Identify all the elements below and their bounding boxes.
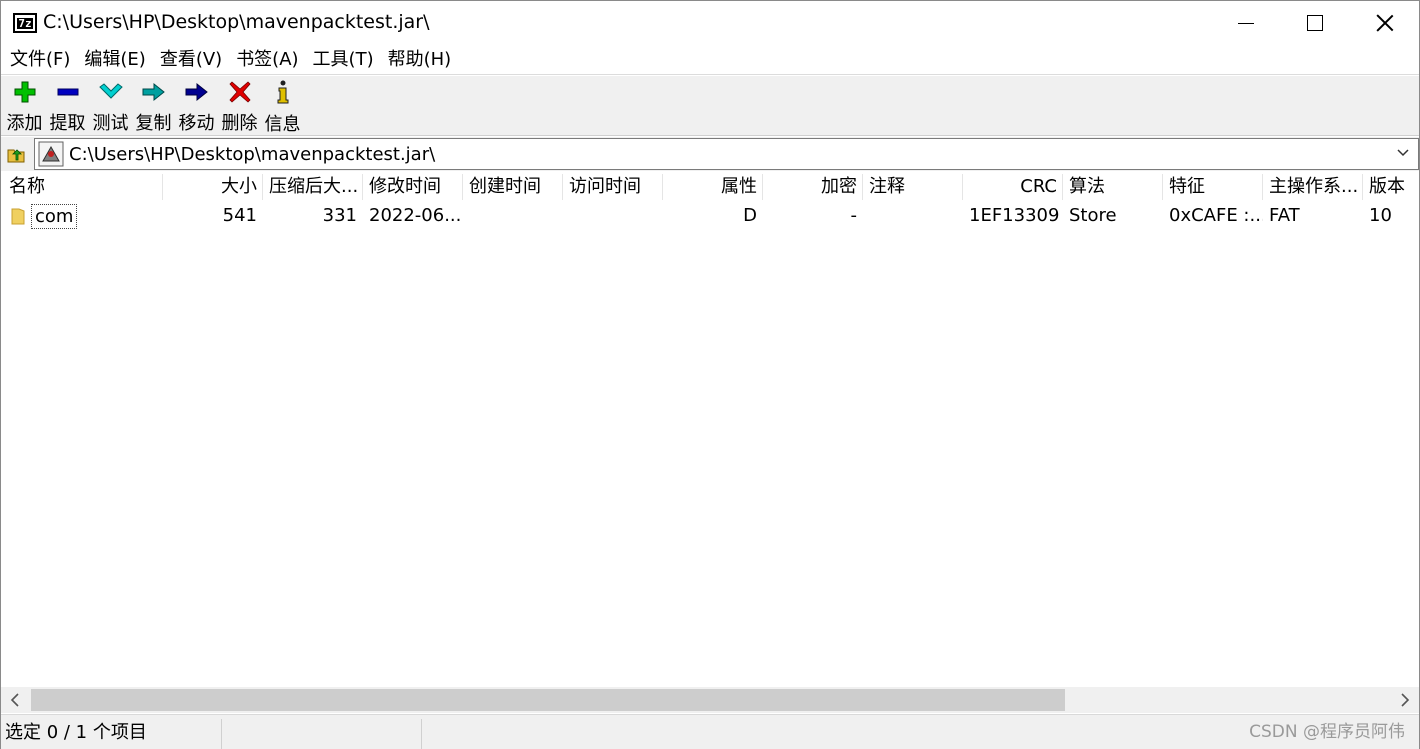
path-text: C:\Users\HP\Desktop\mavenpacktest.jar\	[69, 143, 436, 165]
test-icon	[98, 80, 123, 103]
toolbar: 添加 提取 测试 复制 移动 删除 信息	[1, 76, 1419, 136]
column-modified[interactable]: 修改时间	[363, 172, 463, 202]
copy-button[interactable]: 复制	[132, 76, 175, 135]
column-name[interactable]: 名称	[3, 172, 163, 202]
row-attributes: D	[743, 205, 757, 226]
menu-edit[interactable]: 编辑(E)	[77, 45, 152, 75]
row-size: 541	[222, 205, 257, 226]
menu-file[interactable]: 文件(F)	[3, 45, 77, 75]
7zip-app-icon: 7z	[13, 13, 37, 33]
row-host-os: FAT	[1269, 205, 1300, 226]
test-label: 测试	[92, 113, 129, 134]
copy-icon	[142, 80, 166, 103]
chevron-right-icon	[1401, 693, 1410, 707]
path-combobox[interactable]: C:\Users\HP\Desktop\mavenpacktest.jar\	[34, 138, 1419, 170]
column-comment[interactable]: 注释	[863, 172, 963, 202]
menu-bar: 文件(F) 编辑(E) 查看(V) 书签(A) 工具(T) 帮助(H)	[1, 45, 1419, 75]
column-size[interactable]: 大小	[163, 172, 263, 202]
minimize-button[interactable]	[1211, 1, 1281, 45]
move-icon	[185, 80, 209, 103]
column-accessed[interactable]: 访问时间	[563, 172, 663, 202]
row-encrypted: -	[850, 205, 858, 226]
copy-label: 复制	[135, 113, 172, 134]
up-folder-button[interactable]	[1, 139, 31, 169]
extract-button[interactable]: 提取	[46, 76, 89, 135]
menu-bookmarks[interactable]: 书签(A)	[229, 45, 305, 75]
extract-label: 提取	[49, 113, 86, 134]
row-characteristics: 0xCAFE :...	[1169, 205, 1263, 226]
minimize-icon	[1238, 22, 1254, 24]
test-button[interactable]: 测试	[89, 76, 132, 135]
delete-label: 删除	[221, 113, 258, 134]
status-bar: 选定 0 / 1 个项目 CSDN @程序员阿伟	[1, 714, 1419, 749]
move-button[interactable]: 移动	[175, 76, 218, 135]
file-list[interactable]: 名称 大小 压缩后大... 修改时间 创建时间 访问时间 属性 加密 注释 CR…	[1, 172, 1419, 687]
row-created	[463, 202, 563, 230]
column-method[interactable]: 算法	[1063, 172, 1163, 202]
add-button[interactable]: 添加	[3, 76, 46, 135]
delete-icon	[228, 80, 252, 103]
close-icon	[1376, 14, 1394, 32]
maximize-button[interactable]	[1280, 1, 1350, 45]
scroll-right-button[interactable]	[1391, 687, 1419, 713]
maximize-icon	[1307, 15, 1323, 31]
column-packed-size[interactable]: 压缩后大...	[263, 172, 363, 202]
column-host-os[interactable]: 主操作系...	[1263, 172, 1363, 202]
status-divider	[421, 719, 422, 749]
jar-file-icon	[38, 141, 64, 167]
status-divider	[221, 719, 222, 749]
horizontal-scrollbar[interactable]	[1, 687, 1419, 713]
column-header-row: 名称 大小 压缩后大... 修改时间 创建时间 访问时间 属性 加密 注释 CR…	[1, 172, 1419, 202]
scroll-left-button[interactable]	[1, 687, 29, 713]
menu-tools[interactable]: 工具(T)	[306, 45, 381, 75]
address-bar: C:\Users\HP\Desktop\mavenpacktest.jar\	[1, 137, 1419, 171]
row-accessed	[563, 202, 663, 230]
row-comment	[863, 202, 963, 230]
info-button[interactable]: 信息	[261, 76, 304, 135]
row-method: Store	[1069, 205, 1117, 226]
chevron-left-icon	[10, 693, 19, 707]
folder-up-icon	[7, 149, 25, 163]
row-crc: 1EF13309	[969, 205, 1060, 226]
move-label: 移动	[178, 113, 215, 134]
row-packed-size: 331	[322, 205, 357, 226]
column-crc[interactable]: CRC	[963, 172, 1063, 202]
info-label: 信息	[264, 114, 301, 135]
scroll-thumb[interactable]	[31, 689, 1065, 711]
extract-icon	[56, 80, 80, 103]
window-title: C:\Users\HP\Desktop\mavenpacktest.jar\	[43, 11, 430, 33]
row-version: 10	[1369, 205, 1392, 226]
column-created[interactable]: 创建时间	[463, 172, 563, 202]
folder-icon	[11, 208, 25, 225]
info-icon	[271, 80, 295, 104]
add-label: 添加	[6, 113, 43, 134]
archive-window: 7z C:\Users\HP\Desktop\mavenpacktest.jar…	[0, 0, 1420, 749]
row-modified: 2022-06...	[369, 205, 462, 226]
column-attributes[interactable]: 属性	[663, 172, 763, 202]
column-characteristics[interactable]: 特征	[1163, 172, 1263, 202]
column-encrypted[interactable]: 加密	[763, 172, 863, 202]
title-bar[interactable]: 7z C:\Users\HP\Desktop\mavenpacktest.jar…	[1, 1, 1419, 45]
selection-status: 选定 0 / 1 个项目	[5, 722, 147, 743]
row-name[interactable]: com	[31, 204, 78, 229]
table-row[interactable]: com 541 331 2022-06... D - 1EF13309 Stor…	[1, 202, 1419, 230]
column-version[interactable]: 版本	[1363, 172, 1419, 202]
delete-button[interactable]: 删除	[218, 76, 261, 135]
menu-help[interactable]: 帮助(H)	[381, 45, 459, 75]
menu-view[interactable]: 查看(V)	[153, 45, 229, 75]
watermark: CSDN @程序员阿伟	[1249, 722, 1405, 742]
chevron-down-icon[interactable]	[1396, 145, 1410, 159]
add-icon	[13, 80, 37, 103]
close-button[interactable]	[1350, 1, 1420, 45]
